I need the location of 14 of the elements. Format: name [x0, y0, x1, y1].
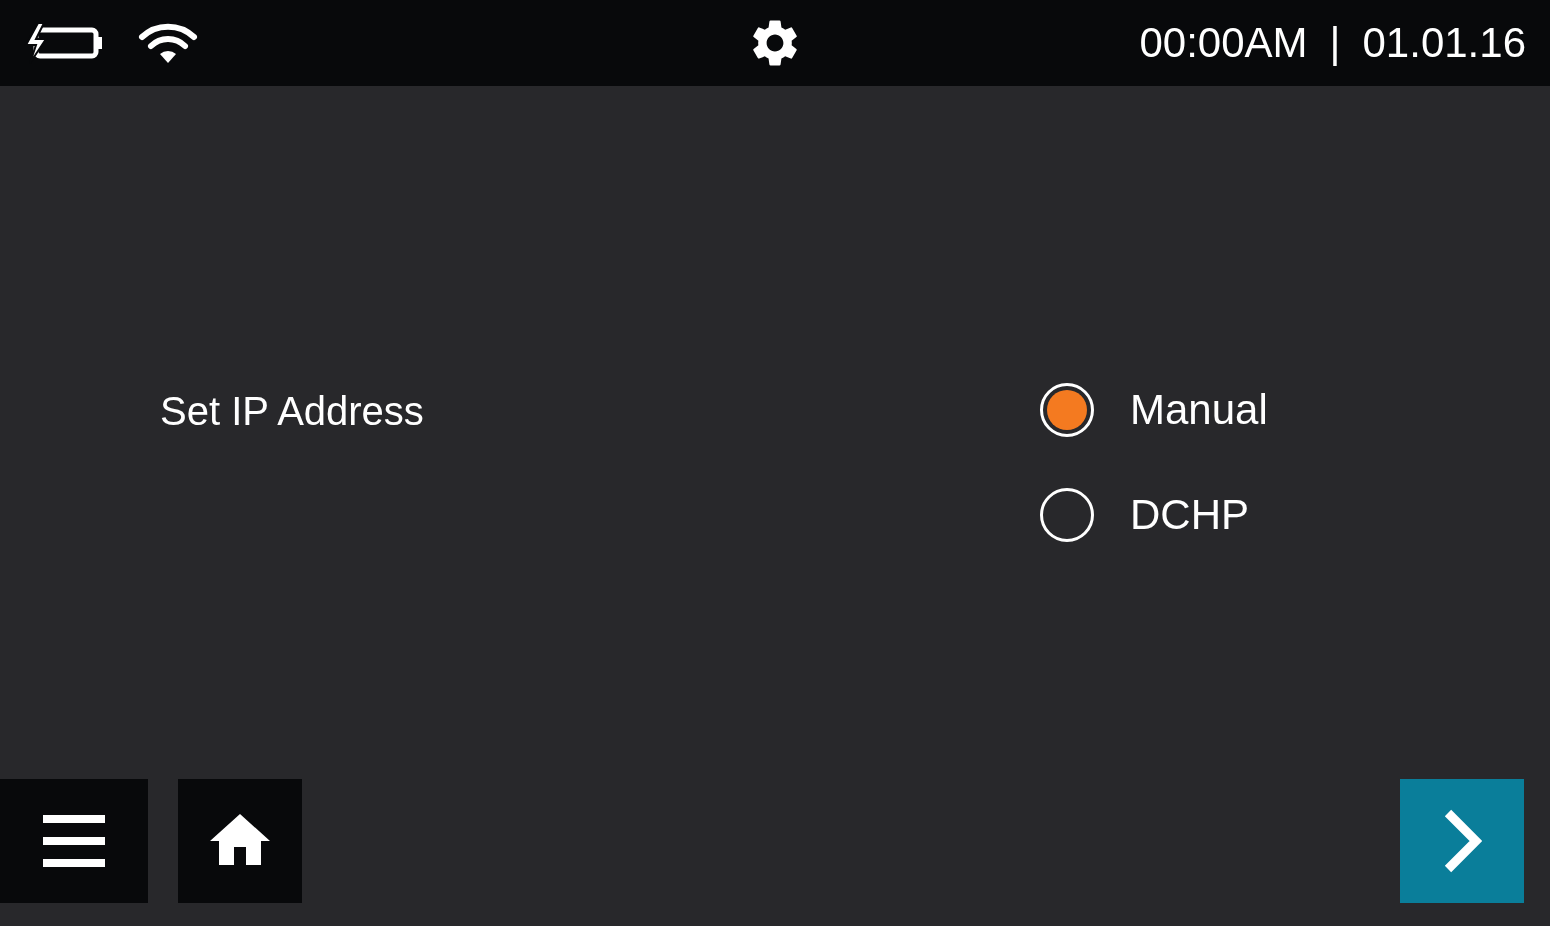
date-text: 01.01.16 [1362, 22, 1526, 64]
wifi-icon [138, 21, 198, 65]
home-button[interactable] [178, 779, 302, 903]
menu-icon [43, 815, 105, 867]
setting-label: Set IP Address [160, 389, 425, 433]
chevron-right-icon [1442, 809, 1482, 873]
radio-button[interactable] [1040, 488, 1094, 542]
time-text: 00:00AM [1139, 22, 1308, 64]
next-button[interactable] [1400, 779, 1524, 903]
option-label: Manual [1130, 386, 1268, 434]
separator-text: | [1329, 22, 1341, 64]
option-label: DCHP [1130, 491, 1249, 539]
menu-button[interactable] [0, 779, 148, 903]
radio-button[interactable] [1040, 383, 1094, 437]
